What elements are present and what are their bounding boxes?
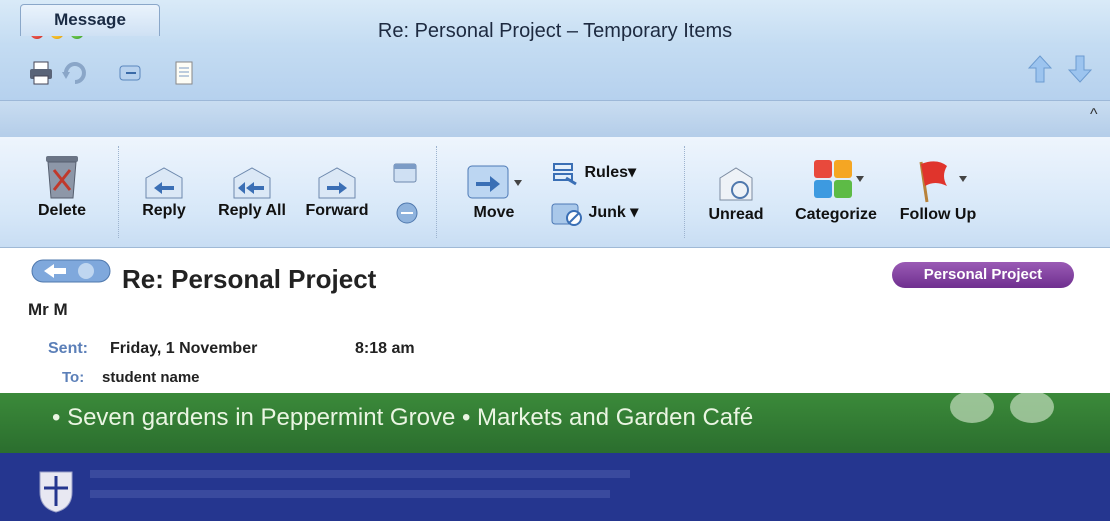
ribbon-separator [436,146,437,238]
forward-button[interactable]: Forward [298,166,376,220]
meeting-icon[interactable] [392,160,418,186]
move-button[interactable]: Move [452,160,536,222]
notes-icon[interactable] [172,60,198,86]
redo-icon[interactable] [118,60,144,86]
forward-label: Forward [305,202,369,219]
sent-label: Sent: [48,340,88,357]
unread-label: Unread [708,206,764,223]
window-title: Re: Personal Project – Temporary Items [377,20,733,42]
unread-envelope-icon [719,167,753,201]
delete-label: Delete [37,202,87,219]
redaction-box [290,334,342,364]
rules-label: Rules [584,164,629,182]
attachment-icon[interactable] [394,200,420,226]
school-crest-icon [39,471,73,513]
categorize-grid-icon [814,160,864,198]
decorative-leaf-icon [950,393,1054,423]
ribbon-separator [684,146,685,238]
sender-name[interactable]: Mr M [28,300,68,320]
follow-up-label: Follow Up [899,206,977,223]
school-name-line [90,490,610,498]
recipient-name[interactable]: student name [102,369,200,386]
reply-icon [145,167,183,199]
collapse-ribbon-caret-icon[interactable]: ^ [1090,106,1098,124]
delete-button[interactable]: Delete [30,150,94,220]
sent-date: Friday, 1 November [110,340,258,357]
junk-folder-icon [551,203,582,226]
junk-button[interactable]: Junk ▾ [550,200,660,226]
move-label: Move [473,204,515,221]
categorize-label: Categorize [795,206,877,223]
categorize-button[interactable]: Categorize [786,156,886,224]
message-subject: Re: Personal Project [122,264,377,294]
rules-dropdown-icon: ▾ [628,164,637,182]
unread-button[interactable]: Unread [700,164,772,224]
reply-label: Reply [142,202,186,219]
forward-icon [318,167,356,199]
to-label: To: [62,369,85,386]
window-titlebar [0,0,1110,100]
email-banner-blue [0,453,1110,521]
follow-up-button[interactable]: Follow Up [892,156,984,224]
trash-icon [46,156,78,199]
school-name-line [90,470,630,478]
follow-up-flag-icon [919,161,967,203]
replied-status-icon [31,259,111,283]
sent-time: 8:18 am [355,340,415,357]
previous-message-arrow-icon[interactable] [1028,54,1052,84]
printer-icon[interactable] [28,60,54,86]
reply-all-icon [233,167,271,199]
rules-icon [553,163,577,186]
rules-button[interactable]: Rules▾ [550,160,660,186]
junk-dropdown-icon: ▾ [630,204,639,222]
reply-button[interactable]: Reply [132,166,196,220]
undo-icon[interactable] [62,60,88,86]
tab-message[interactable]: Message [20,4,160,36]
banner-text: • Seven gardens in Peppermint Grove • Ma… [52,404,754,431]
move-folder-icon [467,165,522,199]
ribbon-separator [118,146,119,238]
reply-all-label: Reply All [218,202,286,219]
ribbon-tabstrip [0,100,1110,138]
category-badge[interactable]: Personal Project [892,262,1074,288]
reply-all-button[interactable]: Reply All [210,166,294,220]
next-message-arrow-icon[interactable] [1068,54,1092,84]
junk-label: Junk [588,204,626,222]
